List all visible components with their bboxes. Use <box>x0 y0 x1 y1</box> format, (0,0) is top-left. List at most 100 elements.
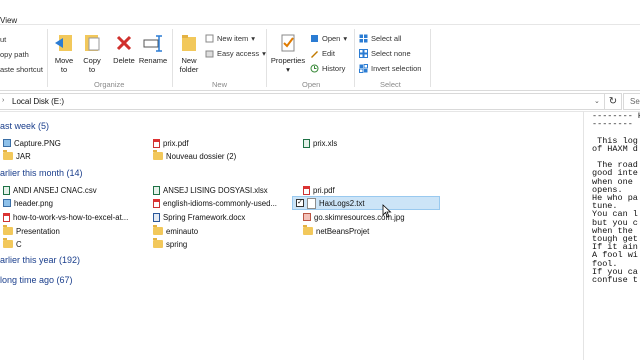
copy-to-sublabel: to <box>88 65 96 74</box>
select-none-label: Select none <box>371 49 411 58</box>
ribbon-separator <box>430 29 431 87</box>
open-group-label: Open <box>302 80 321 89</box>
copy-to-button[interactable]: Copy to <box>80 33 104 74</box>
list-item[interactable]: JAR <box>3 150 31 162</box>
move-to-sublabel: to <box>60 65 68 74</box>
folder-icon <box>303 225 313 235</box>
move-to-icon <box>55 35 72 51</box>
edit-button[interactable]: Edit <box>310 49 335 58</box>
list-item-selected[interactable]: ✓ HaxLogs2.txt <box>292 196 440 210</box>
csv-file-icon <box>3 185 10 195</box>
select-group-label: Select <box>380 80 401 89</box>
chevron-down-icon[interactable]: ⌄ <box>594 97 600 105</box>
new-folder-label: New <box>181 56 197 65</box>
properties-icon <box>281 34 295 52</box>
list-item[interactable]: english-idioms-commonly-used... <box>153 197 277 209</box>
list-item[interactable]: header.png <box>3 197 53 209</box>
image-file-icon <box>3 199 11 207</box>
delete-icon <box>116 35 132 51</box>
select-none-button[interactable]: Select none <box>359 49 411 58</box>
chevron-down-icon: ▾ <box>286 65 290 74</box>
list-item[interactable]: Spring Framework.docx <box>153 211 245 223</box>
address-bar-row: › Local Disk (E:) ⌄ ↻ Se <box>0 91 640 112</box>
rename-button[interactable]: Rename <box>138 33 168 65</box>
new-item-label: New item <box>217 34 249 43</box>
properties-label: Properties <box>270 56 306 65</box>
word-file-icon <box>153 212 160 222</box>
move-to-label: Move <box>54 56 74 65</box>
folder-icon <box>3 238 13 248</box>
ribbon: ut opy path aste shortcut Move to Copy t… <box>0 25 640 91</box>
select-none-icon <box>359 49 368 58</box>
organize-group-label: Organize <box>94 80 125 89</box>
group-header-last-week[interactable]: ast week (5) <box>0 121 49 131</box>
list-item[interactable]: Presentation <box>3 225 60 237</box>
new-group-label: New <box>212 80 228 89</box>
preview-pane-text: -------- H -------- This log of HAXM d T… <box>592 112 640 286</box>
edit-label: Edit <box>322 49 335 58</box>
ribbon-separator <box>266 29 267 87</box>
easy-access-icon <box>205 50 214 58</box>
folder-icon <box>3 225 13 235</box>
ribbon-separator <box>47 29 48 87</box>
chevron-down-icon: ▾ <box>251 34 256 43</box>
open-button[interactable]: Open ▾ <box>310 34 347 43</box>
group-header-long-time-ago[interactable]: long time ago (67) <box>0 275 73 285</box>
cut-button[interactable]: ut <box>0 35 6 44</box>
list-item[interactable]: eminauto <box>153 225 198 237</box>
refresh-button[interactable]: ↻ <box>604 93 622 110</box>
checkbox-checked-icon[interactable]: ✓ <box>296 199 304 207</box>
invert-selection-label: Invert selection <box>371 64 422 73</box>
copy-path-button[interactable]: opy path <box>0 50 29 59</box>
invert-selection-icon <box>359 64 368 73</box>
list-item[interactable]: how-to-work-vs-how-to-excel-at... <box>3 211 128 223</box>
list-item[interactable]: Nouveau dossier (2) <box>153 150 236 162</box>
mouse-cursor-icon <box>382 204 392 218</box>
list-item[interactable]: C <box>3 238 22 250</box>
image-file-icon <box>303 213 311 221</box>
folder-icon <box>153 225 163 235</box>
pdf-file-icon <box>3 212 10 222</box>
rename-icon <box>143 35 162 52</box>
select-all-button[interactable]: Select all <box>359 34 401 43</box>
delete-button[interactable]: Delete <box>110 33 138 65</box>
list-item[interactable]: ANSEJ LISING DOSYASI.xlsx <box>153 184 268 196</box>
copy-to-icon <box>85 35 100 51</box>
list-item[interactable]: prix.xls <box>303 137 337 149</box>
list-item[interactable]: netBeansProjet <box>303 225 369 237</box>
easy-access-button[interactable]: Easy access ▾ <box>205 49 266 58</box>
ribbon-separator <box>172 29 173 87</box>
list-item[interactable]: Capture.PNG <box>3 137 61 149</box>
chevron-down-icon: ▾ <box>343 34 348 43</box>
pdf-file-icon <box>153 198 160 208</box>
rename-label: Rename <box>138 56 168 65</box>
list-item[interactable]: pri.pdf <box>303 184 335 196</box>
chevron-right-icon: › <box>2 97 5 104</box>
new-item-button[interactable]: New item ▾ <box>205 34 255 43</box>
paste-shortcut-button[interactable]: aste shortcut <box>0 65 43 74</box>
properties-button[interactable]: Properties ▾ <box>270 33 306 74</box>
select-all-label: Select all <box>371 34 402 43</box>
address-bar[interactable]: › Local Disk (E:) ⌄ <box>0 93 605 110</box>
move-to-button[interactable]: Move to <box>52 33 76 74</box>
search-input[interactable]: Se <box>623 93 640 110</box>
preview-pane-divider[interactable] <box>583 111 584 360</box>
invert-selection-button[interactable]: Invert selection <box>359 64 421 73</box>
list-item[interactable]: ANDI ANSEJ CNAC.csv <box>3 184 97 196</box>
ribbon-tab-strip: View <box>0 0 640 25</box>
history-label: History <box>322 64 346 73</box>
group-header-earlier-this-year[interactable]: arlier this year (192) <box>0 255 80 265</box>
new-folder-button[interactable]: New folder <box>176 33 202 74</box>
history-button[interactable]: History <box>310 64 345 73</box>
delete-label: Delete <box>113 56 135 65</box>
copy-to-label: Copy <box>83 56 101 65</box>
list-item[interactable]: prix.pdf <box>153 137 189 149</box>
ribbon-separator <box>354 29 355 87</box>
folder-icon <box>153 150 163 160</box>
text-file-icon <box>307 197 316 209</box>
open-label: Open <box>322 34 341 43</box>
image-file-icon <box>3 139 11 147</box>
list-item[interactable]: spring <box>153 238 187 250</box>
group-header-earlier-this-month[interactable]: arlier this month (14) <box>0 168 83 178</box>
tab-view[interactable]: View <box>0 16 17 25</box>
